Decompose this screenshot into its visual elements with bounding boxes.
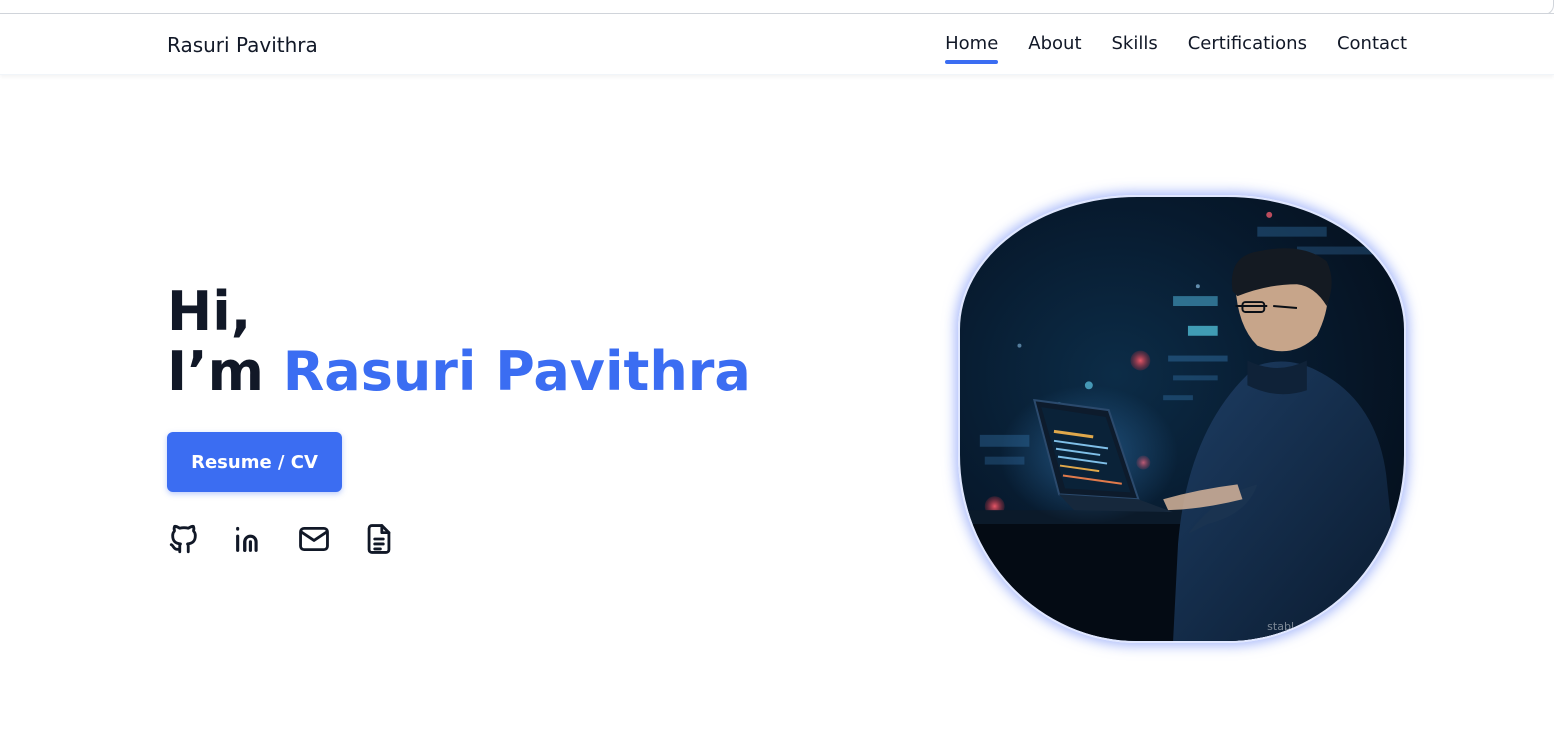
nav-link-contact[interactable]: Contact — [1337, 33, 1407, 54]
nav-link-about[interactable]: About — [1028, 33, 1081, 54]
linkedin-icon[interactable] — [232, 522, 266, 556]
resume-cv-button[interactable]: Resume / CV — [167, 432, 342, 492]
image-watermark: stabl — [1267, 620, 1294, 633]
top-navbar: Rasuri Pavithra Home About Skills Certif… — [0, 14, 1554, 75]
nav-link-skills[interactable]: Skills — [1112, 33, 1158, 54]
nav-link-certifications[interactable]: Certifications — [1188, 33, 1307, 54]
hero-heading: Hi, I’m Rasuri Pavithra — [167, 282, 751, 402]
hero-name: Rasuri Pavithra — [282, 340, 751, 403]
brand-name[interactable]: Rasuri Pavithra — [167, 33, 318, 57]
mail-icon[interactable] — [297, 522, 331, 556]
profile-portrait: stabl — [958, 195, 1406, 643]
intro-line: I’m Rasuri Pavithra — [167, 342, 751, 402]
greeting-text: Hi, — [167, 280, 252, 343]
intro-prefix: I’m — [167, 340, 264, 403]
github-icon[interactable] — [167, 522, 201, 556]
portrait-illustration — [960, 211, 1404, 641]
document-icon[interactable] — [362, 522, 396, 556]
social-links — [167, 522, 396, 556]
nav-link-home[interactable]: Home — [945, 33, 999, 64]
nav-menu: Home About Skills Certifications Contact — [945, 33, 1407, 64]
browser-frame-edge — [0, 0, 1554, 15]
